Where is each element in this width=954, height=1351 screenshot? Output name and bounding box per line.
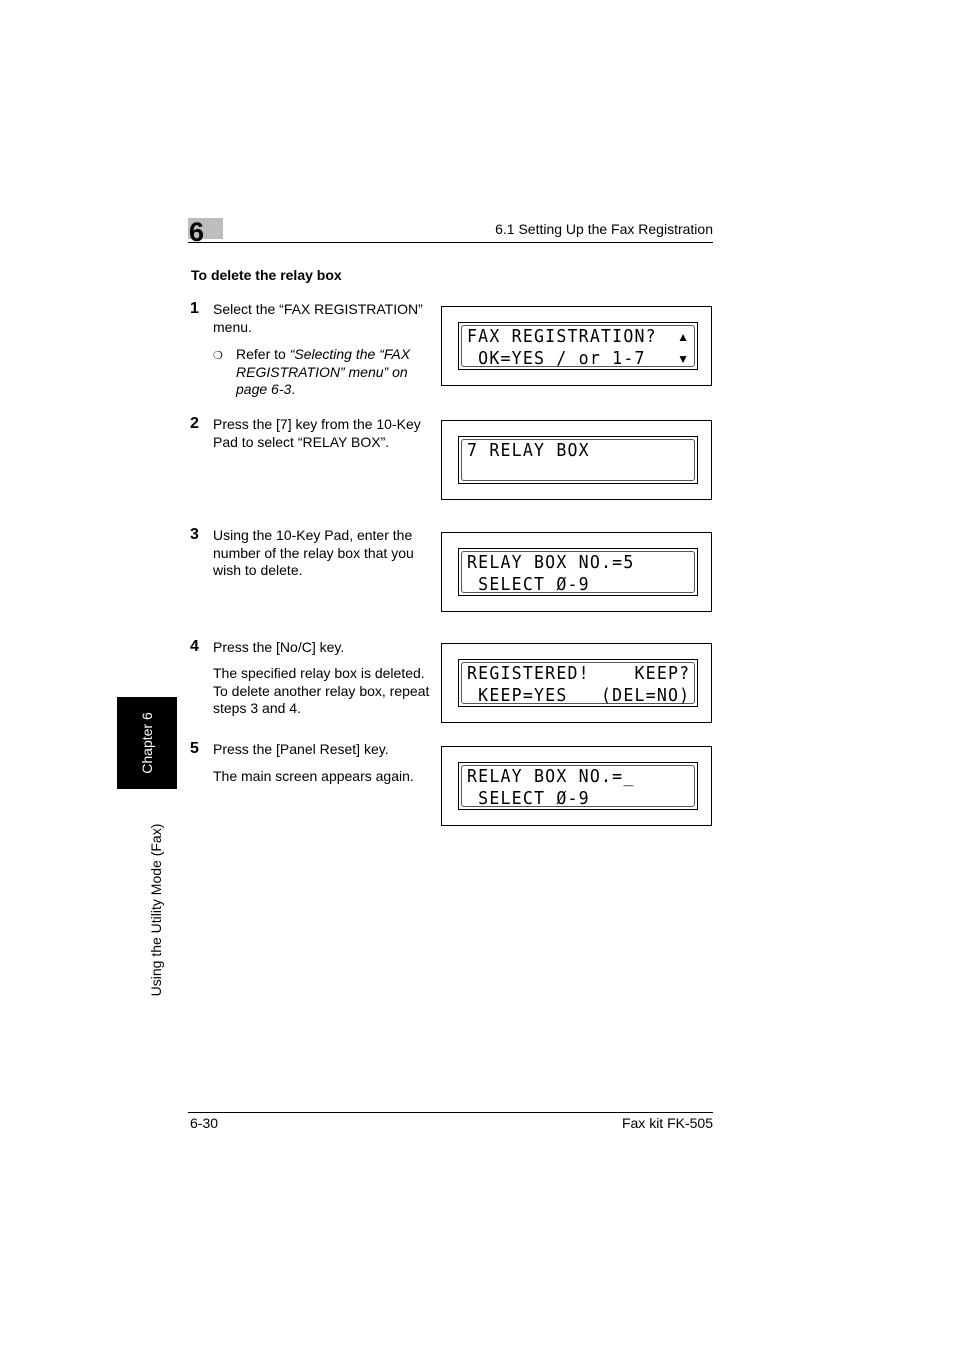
page-number: 6-30 <box>190 1115 219 1131</box>
header-divider <box>188 242 713 243</box>
step-note: Refer to “Selecting the “FAX REGISTRATIO… <box>236 346 436 399</box>
lcd-frame: REGISTERED! KEEP? KEEP=YES (DEL=NO) <box>458 659 698 707</box>
lcd-screen: 7 RELAY BOX <box>461 439 695 481</box>
lcd-display-panel: FAX REGISTRATION? OK=YES / or 1-7 ▲ ▼ <box>441 306 712 386</box>
step-text: Press the [Panel Reset] key. <box>213 741 389 757</box>
lcd-line-2: SELECT Ø-9 <box>467 574 590 595</box>
step-text: Select the “FAX REGISTRATION” menu. <box>213 301 423 335</box>
lcd-display-panel: RELAY BOX NO.=5 SELECT Ø-9 <box>441 532 712 612</box>
lcd-line-1: 7 RELAY BOX <box>467 440 590 461</box>
lcd-screen: REGISTERED! KEEP? KEEP=YES (DEL=NO) <box>461 662 695 706</box>
step-number: 5 <box>190 740 199 757</box>
lcd-line-2: SELECT Ø-9 <box>467 788 590 809</box>
lcd-screen: FAX REGISTRATION? OK=YES / or 1-7 ▲ ▼ <box>461 325 695 369</box>
lcd-display-panel: RELAY BOX NO.=_ SELECT Ø-9 <box>441 746 712 826</box>
lcd-line-1: REGISTERED! KEEP? <box>467 663 691 684</box>
note-prefix: Refer to <box>236 346 290 362</box>
header-section-title: 6.1 Setting Up the Fax Registration <box>495 221 713 237</box>
lcd-display-panel: 7 RELAY BOX <box>441 420 712 500</box>
lcd-frame: FAX REGISTRATION? OK=YES / or 1-7 ▲ ▼ <box>458 322 698 370</box>
lcd-frame: RELAY BOX NO.=_ SELECT Ø-9 <box>458 762 698 810</box>
step-text: Press the [No/C] key. <box>213 639 345 655</box>
product-name: Fax kit FK-505 <box>621 1115 713 1131</box>
lcd-line-1: FAX REGISTRATION? <box>467 326 657 347</box>
lcd-line-2: OK=YES / or 1-7 <box>467 348 646 369</box>
lcd-frame: RELAY BOX NO.=5 SELECT Ø-9 <box>458 548 698 596</box>
step-number: 4 <box>190 638 199 655</box>
lcd-display-panel: REGISTERED! KEEP? KEEP=YES (DEL=NO) <box>441 643 712 723</box>
lcd-line-2: KEEP=YES (DEL=NO) <box>467 685 691 706</box>
lcd-line-1: RELAY BOX NO.=5 <box>467 552 635 573</box>
lcd-line-1: RELAY BOX NO.=_ <box>467 766 635 787</box>
lcd-screen: RELAY BOX NO.=5 SELECT Ø-9 <box>461 551 695 595</box>
step-detail: The main screen appears again. <box>213 768 414 784</box>
arrow-down-icon: ▼ <box>677 352 689 366</box>
note-suffix: . <box>291 381 296 397</box>
step-number: 2 <box>190 415 199 432</box>
step-text: Using the 10-Key Pad, enter the number o… <box>213 527 414 578</box>
arrow-up-icon: ▲ <box>677 330 689 344</box>
side-tab-chapter-label: Chapter 6 <box>139 712 155 774</box>
note-bullet-icon: ❍ <box>213 350 223 362</box>
step-text: Press the [7] key from the 10-Key Pad to… <box>213 416 421 450</box>
side-tab-mode-label: Using the Utility Mode (Fax) <box>148 823 164 997</box>
footer-divider <box>188 1112 713 1113</box>
lcd-screen: RELAY BOX NO.=_ SELECT Ø-9 <box>461 765 695 809</box>
lcd-frame: 7 RELAY BOX <box>458 436 698 484</box>
step-number: 1 <box>190 300 199 317</box>
section-heading: To delete the relay box <box>191 267 342 283</box>
step-detail: The specified relay box is deleted. To d… <box>213 665 430 716</box>
step-number: 3 <box>190 526 199 543</box>
